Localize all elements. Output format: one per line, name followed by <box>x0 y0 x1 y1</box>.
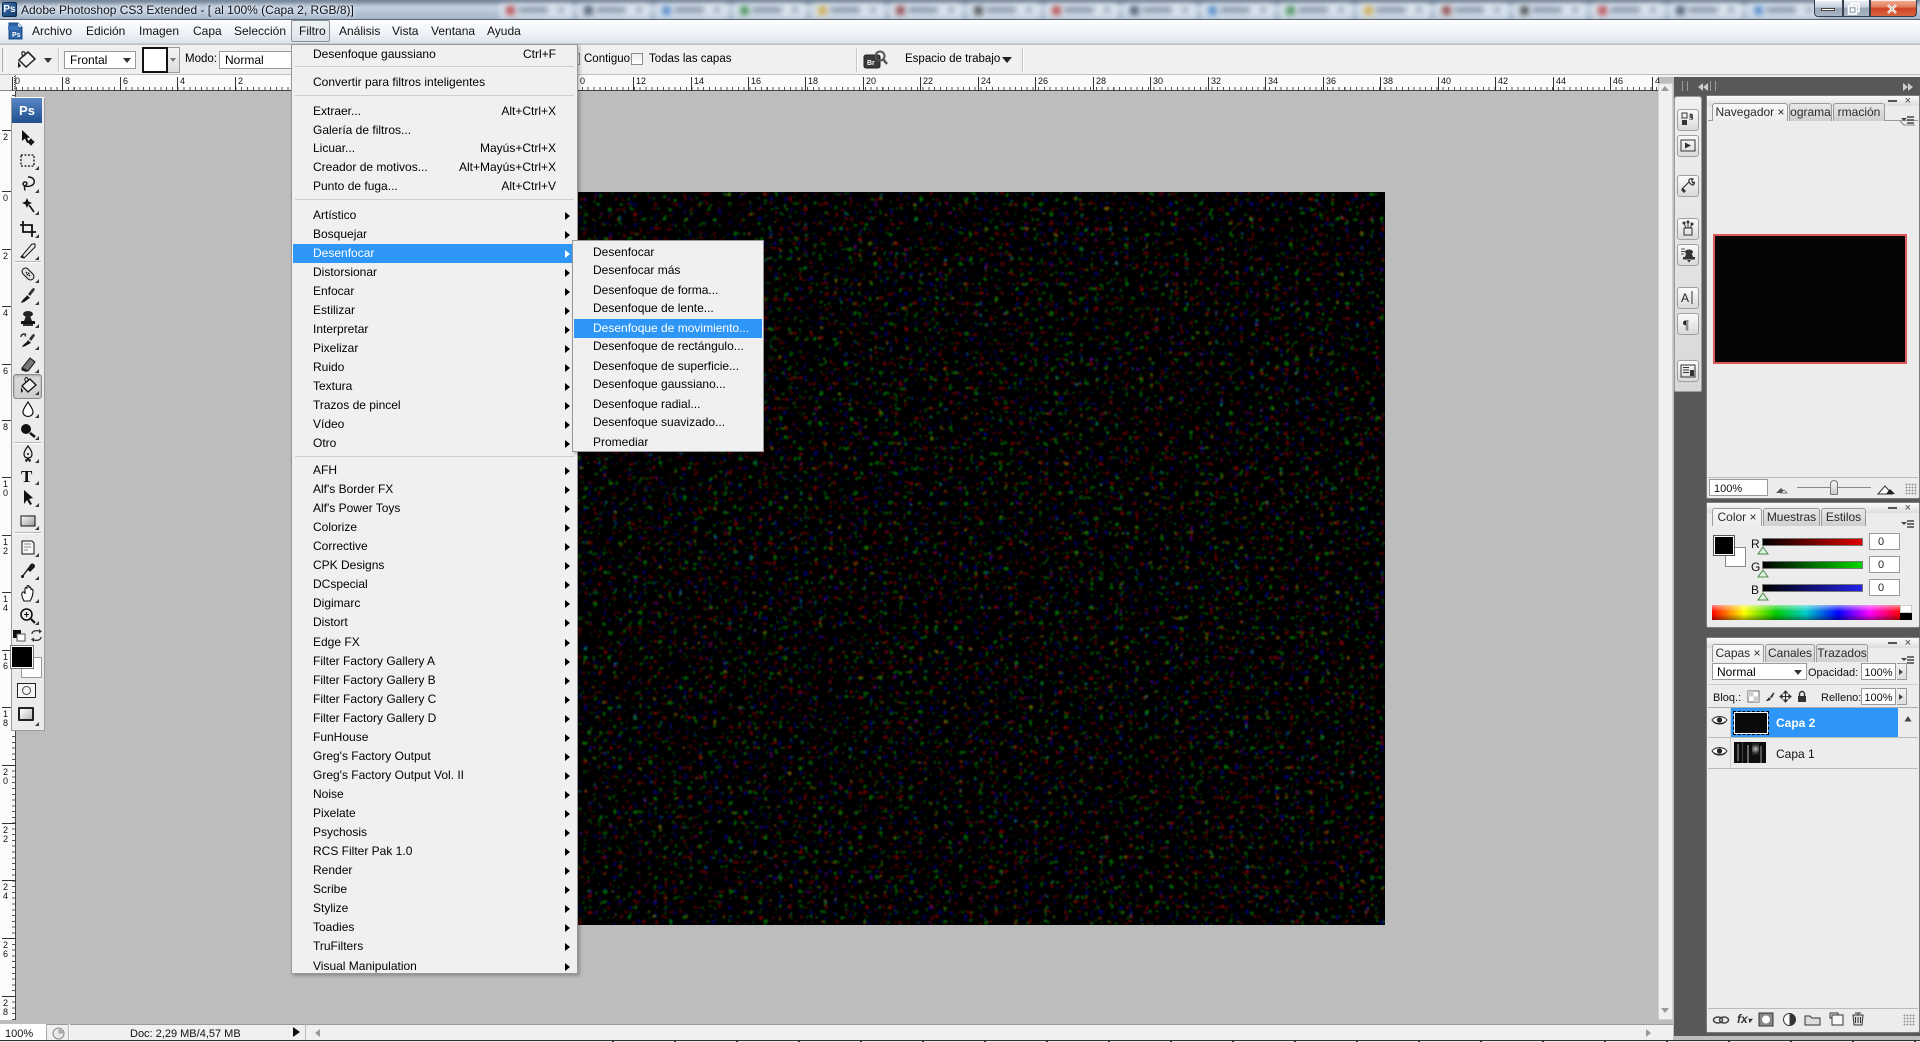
svg-text:5: 5 <box>1689 113 1694 122</box>
svg-text:Ps: Ps <box>12 32 21 39</box>
svg-text:¶: ¶ <box>1683 317 1689 332</box>
svg-text:A: A <box>1681 291 1689 305</box>
svg-text:Br: Br <box>867 60 875 67</box>
svg-text:T: T <box>21 467 33 486</box>
